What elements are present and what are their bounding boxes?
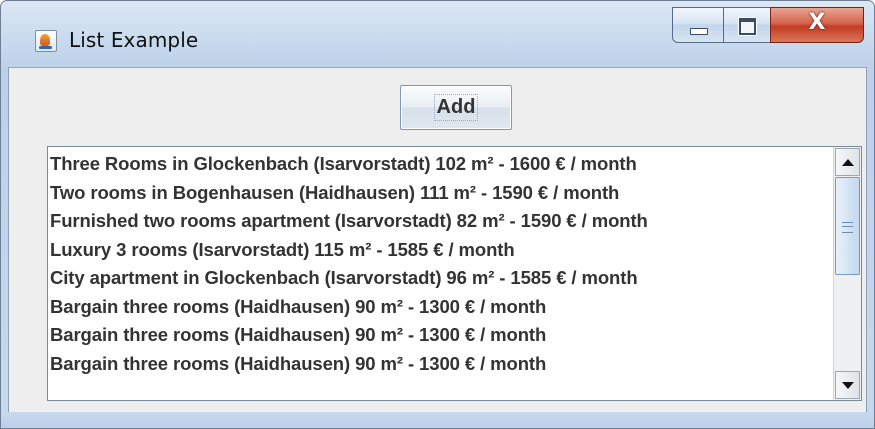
list-item[interactable]: Bargain three rooms (Haidhausen) 90 m² -…: [48, 350, 834, 379]
arrow-down-icon: [841, 381, 854, 389]
add-button[interactable]: Add: [400, 85, 512, 130]
list-viewport: Three Rooms in Glockenbach (Isarvorstadt…: [48, 147, 834, 400]
list-item[interactable]: Three Rooms in Glockenbach (Isarvorstadt…: [48, 150, 834, 179]
list-item[interactable]: Two rooms in Bogenhausen (Haidhausen) 11…: [48, 179, 834, 208]
window-title: List Example: [69, 28, 199, 52]
title-bar[interactable]: List Example X: [1, 1, 874, 67]
apartment-list[interactable]: Three Rooms in Glockenbach (Isarvorstadt…: [47, 146, 862, 401]
minimize-button[interactable]: [672, 7, 724, 43]
scroll-down-button[interactable]: [835, 371, 860, 399]
app-window: List Example X Add Three Rooms in Glocke…: [0, 0, 875, 429]
list-item[interactable]: Bargain three rooms (Haidhausen) 90 m² -…: [48, 321, 834, 350]
scroll-up-button[interactable]: [835, 148, 860, 176]
java-cup-icon[interactable]: [35, 30, 57, 52]
maximize-button[interactable]: [723, 7, 771, 43]
close-icon: X: [808, 10, 826, 35]
scroll-thumb[interactable]: [835, 177, 860, 275]
window-bottom-border: [1, 412, 874, 428]
grip-icon: [842, 222, 853, 233]
content-panel: Add Three Rooms in Glockenbach (Isarvors…: [8, 67, 867, 413]
list-item[interactable]: City apartment in Glockenbach (Isarvorst…: [48, 264, 834, 293]
list-item[interactable]: Luxury 3 rooms (Isarvorstadt) 115 m² - 1…: [48, 236, 834, 265]
arrow-up-icon: [841, 158, 854, 166]
close-button[interactable]: X: [770, 7, 864, 43]
list-item[interactable]: Furnished two rooms apartment (Isarvorst…: [48, 207, 834, 236]
vertical-scrollbar[interactable]: [833, 147, 861, 400]
list-item[interactable]: Bargain three rooms (Haidhausen) 90 m² -…: [48, 293, 834, 322]
add-button-label: Add: [433, 94, 479, 121]
